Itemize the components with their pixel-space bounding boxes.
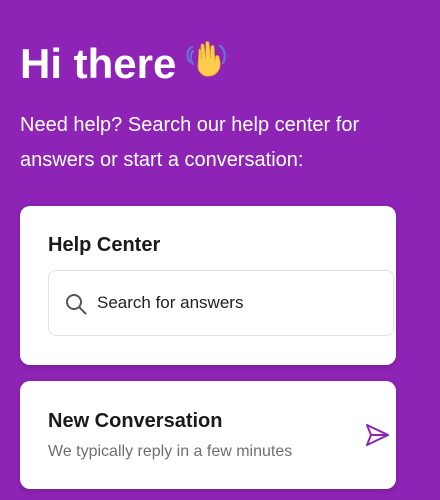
help-center-title: Help Center [48, 234, 161, 256]
send-icon[interactable] [364, 422, 390, 448]
search-placeholder: Search for answers [97, 293, 244, 312]
waving-hand-icon [184, 36, 228, 80]
page-title: Hi there [20, 36, 228, 91]
intro-text: Need help? Search our help center for an… [20, 114, 360, 171]
new-conversation-title: New Conversation [48, 410, 223, 432]
new-conversation-card[interactable]: New Conversation We typically reply in a… [20, 381, 396, 489]
search-input[interactable]: Search for answers [48, 270, 394, 336]
greeting-text: Hi there [20, 40, 177, 87]
help-center-card: Help Center Search for answers [20, 206, 396, 365]
search-icon [66, 294, 87, 315]
reply-time-text: We typically reply in a few minutes [48, 443, 293, 460]
